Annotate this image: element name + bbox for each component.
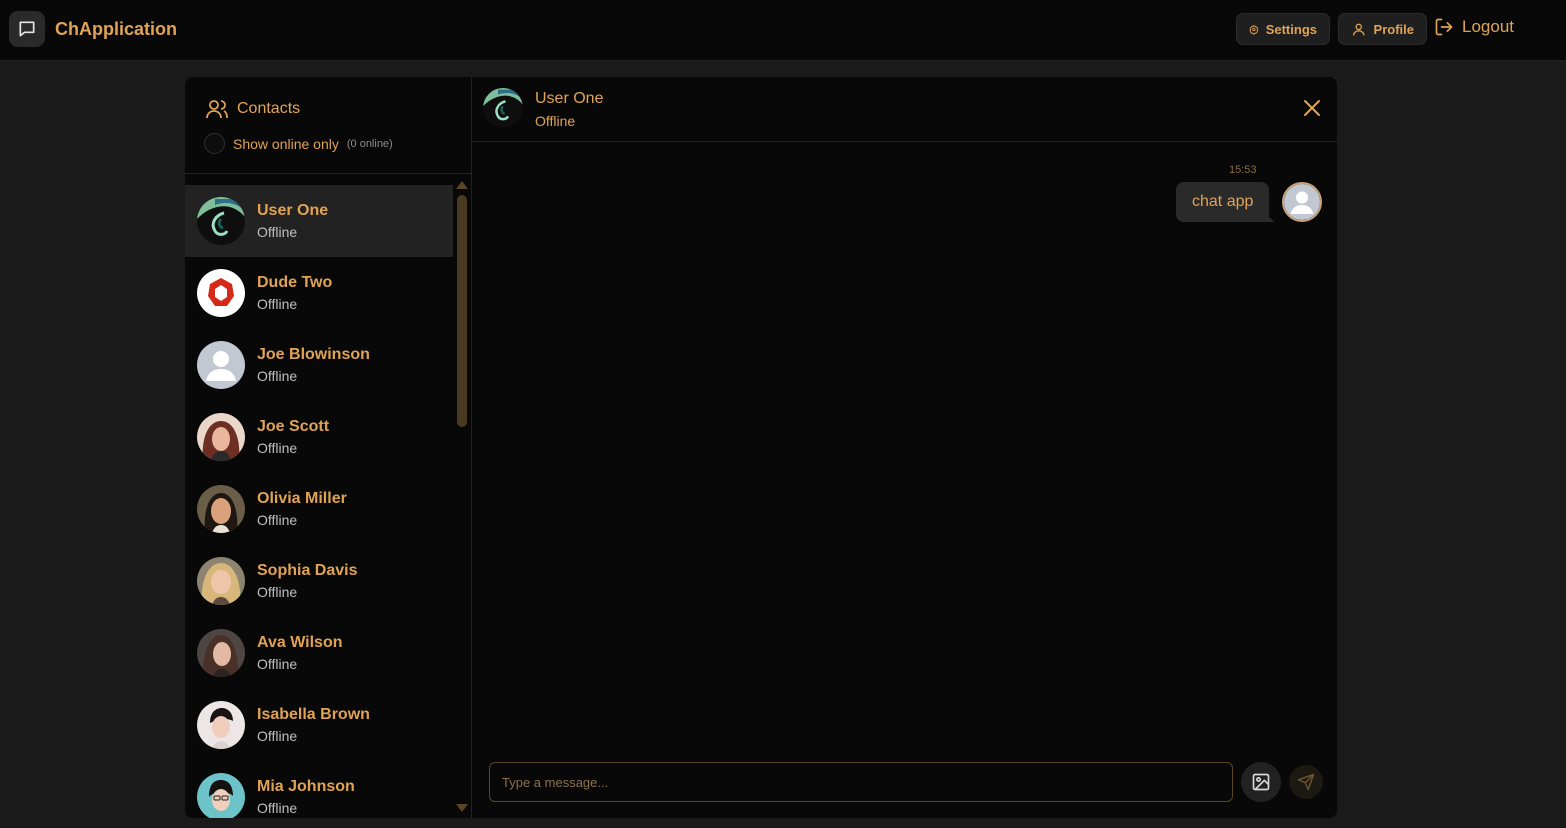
brand[interactable]: ChApplication xyxy=(9,11,177,47)
contact-status: Offline xyxy=(257,368,298,384)
users-icon xyxy=(206,100,228,119)
avatar xyxy=(197,485,245,533)
logout-label: Logout xyxy=(1462,17,1514,36)
avatar xyxy=(197,197,245,245)
avatar xyxy=(197,557,245,605)
profile-button[interactable]: Profile xyxy=(1338,13,1427,45)
send-button[interactable] xyxy=(1289,765,1323,799)
contact-status: Offline xyxy=(257,800,298,816)
avatar xyxy=(197,413,245,461)
scroll-down-arrow-icon[interactable] xyxy=(456,804,468,812)
message-input[interactable] xyxy=(489,762,1233,802)
send-icon xyxy=(1297,773,1315,791)
close-chat-button[interactable] xyxy=(1303,99,1321,121)
toggle-checkbox[interactable] xyxy=(204,133,225,154)
contact-item[interactable]: Isabella Brown Offline xyxy=(185,689,453,761)
chat-panel: Contacts Show online only (0 online) Use… xyxy=(185,77,1337,818)
contact-status: Offline xyxy=(257,512,298,528)
logout-icon xyxy=(1435,18,1453,36)
contact-item[interactable]: Dude Two Offline xyxy=(185,257,453,329)
scroll-thumb[interactable] xyxy=(457,195,467,427)
contact-list: User One Offline Dude Two Offline Joe Bl… xyxy=(185,185,453,818)
gear-icon xyxy=(1249,24,1259,35)
app-name: ChApplication xyxy=(55,18,177,39)
chat-area: User One Offline 15:53 chat app xyxy=(473,77,1337,818)
chat-partner-status: Offline xyxy=(535,113,576,129)
close-icon xyxy=(1304,100,1320,116)
contact-name: Sophia Davis xyxy=(257,562,358,579)
user-icon xyxy=(1352,23,1365,35)
contacts-scrollbar[interactable] xyxy=(455,181,469,818)
online-count: (0 online) xyxy=(346,137,393,150)
scroll-up-arrow-icon[interactable] xyxy=(456,181,468,189)
contacts-title: Contacts xyxy=(205,97,300,121)
contact-name: Olivia Miller xyxy=(257,490,347,507)
avatar xyxy=(197,341,245,389)
contact-name: Joe Blowinson xyxy=(257,346,370,363)
contact-item[interactable]: Joe Blowinson Offline xyxy=(185,329,453,401)
avatar xyxy=(197,773,245,818)
chat-header: User One Offline xyxy=(473,77,1337,142)
sidebar-header: Contacts Show online only (0 online) xyxy=(185,77,471,174)
contact-status: Offline xyxy=(257,224,298,240)
top-navbar: ChApplication Settings Profile Logout xyxy=(0,0,1566,61)
contact-item[interactable]: Ava Wilson Offline xyxy=(185,617,453,689)
avatar xyxy=(197,629,245,677)
contact-item[interactable]: Joe Scott Offline xyxy=(185,401,453,473)
avatar xyxy=(483,88,523,128)
attach-image-button[interactable] xyxy=(1241,762,1281,802)
settings-button[interactable]: Settings xyxy=(1236,13,1330,45)
contact-name: Isabella Brown xyxy=(257,706,370,723)
avatar xyxy=(197,701,245,749)
contact-name: Mia Johnson xyxy=(257,778,355,795)
contact-item[interactable]: User One Offline xyxy=(185,185,453,257)
contact-status: Offline xyxy=(257,584,298,600)
avatar xyxy=(197,269,245,317)
profile-label: Profile xyxy=(1373,21,1414,37)
logout-button[interactable]: Logout xyxy=(1434,17,1514,37)
show-online-toggle[interactable]: Show online only (0 online) xyxy=(204,133,393,154)
avatar xyxy=(1282,182,1322,222)
message-bubble-tail xyxy=(1265,214,1275,222)
message-timestamp: 15:53 xyxy=(1229,164,1257,176)
contact-item[interactable]: Olivia Miller Offline xyxy=(185,473,453,545)
contact-name: Ava Wilson xyxy=(257,634,343,651)
message-text: chat app xyxy=(1192,193,1254,210)
contact-status: Offline xyxy=(257,296,298,312)
toggle-label: Show online only xyxy=(233,135,339,152)
chat-partner-name: User One xyxy=(535,90,604,107)
image-icon xyxy=(1252,773,1270,791)
contact-status: Offline xyxy=(257,656,298,672)
contact-name: User One xyxy=(257,202,329,219)
contact-item[interactable]: Sophia Davis Offline xyxy=(185,545,453,617)
contact-status: Offline xyxy=(257,728,298,744)
message-bubble: chat app xyxy=(1176,182,1270,222)
contacts-sidebar: Contacts Show online only (0 online) Use… xyxy=(185,77,472,818)
contact-name: Joe Scott xyxy=(257,418,330,435)
contacts-title-label: Contacts xyxy=(237,100,301,117)
contact-status: Offline xyxy=(257,440,298,456)
settings-label: Settings xyxy=(1265,21,1317,37)
contact-name: Dude Two xyxy=(257,274,333,291)
chat-bubble-icon xyxy=(9,11,45,47)
contact-item[interactable]: Mia Johnson Offline xyxy=(185,761,453,818)
